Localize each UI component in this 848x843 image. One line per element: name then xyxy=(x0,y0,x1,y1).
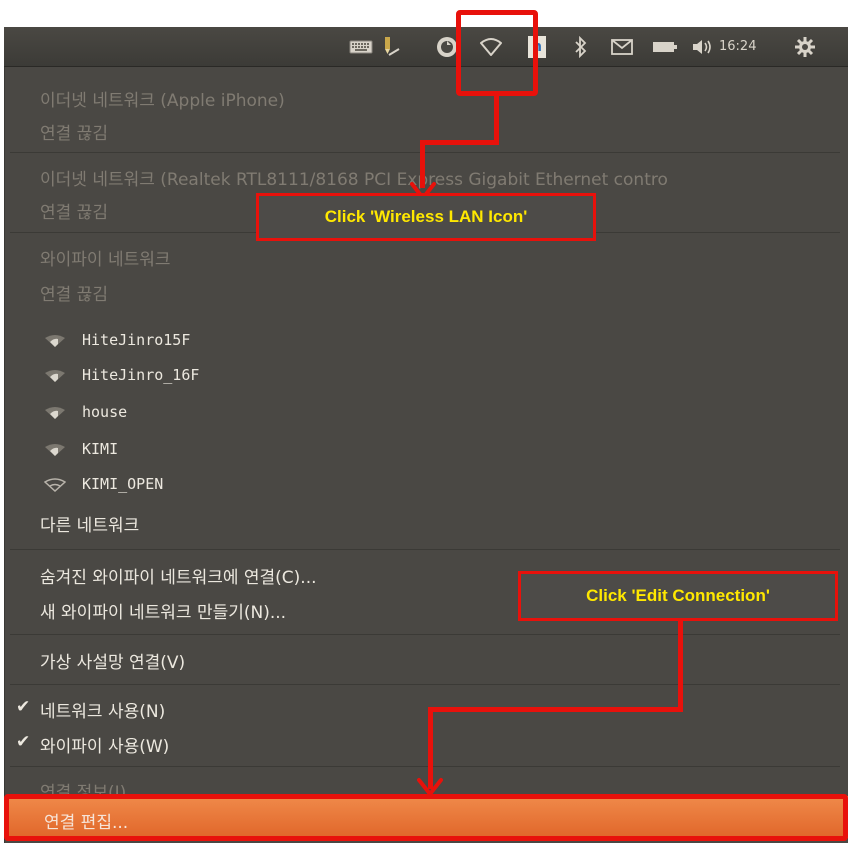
ethernet2-header: 이더넷 네트워크 (Realtek RTL8111/8168 PCI Expre… xyxy=(40,170,668,190)
separator xyxy=(10,766,840,767)
keyboard-icon[interactable] xyxy=(346,27,376,67)
wifi-network-name: HiteJinro15F xyxy=(82,331,191,349)
callout-edit-connection: Click 'Edit Connection' xyxy=(518,571,838,621)
wifi-signal-icon xyxy=(45,444,65,456)
other-networks-item[interactable]: 다른 네트워크 xyxy=(40,511,139,536)
separator xyxy=(10,152,840,153)
wifi-signal-icon xyxy=(45,407,65,419)
enable-networking-item[interactable]: 네트워크 사용(N) xyxy=(40,697,165,722)
wifi-signal-icon xyxy=(45,335,65,347)
clock[interactable]: 16:24 xyxy=(719,27,756,67)
separator xyxy=(10,549,840,550)
arrow-line xyxy=(428,707,683,712)
bluetooth-icon[interactable] xyxy=(570,27,592,67)
battery-icon[interactable] xyxy=(650,27,680,67)
ethernet2-status: 연결 끊김 xyxy=(40,203,108,223)
wifi-signal-icon xyxy=(45,370,65,382)
pen-icon[interactable] xyxy=(378,27,404,67)
wifi-network-name: HiteJinro_16F xyxy=(82,366,200,384)
vpn-connections-item[interactable]: 가상 사설망 연결(V) xyxy=(40,648,185,673)
gear-icon[interactable] xyxy=(790,27,820,67)
wireless-icon-highlight xyxy=(456,10,538,96)
ethernet1-header: 이더넷 네트워크 (Apple iPhone) xyxy=(40,91,285,111)
separator xyxy=(10,684,840,685)
mail-icon[interactable] xyxy=(608,27,636,67)
check-icon: ✔ xyxy=(16,697,31,717)
arrow-line xyxy=(678,620,683,712)
wifi-network-name: KIMI_OPEN xyxy=(82,475,164,493)
wifi-network-name: KIMI xyxy=(82,440,119,458)
wifi-header: 와이파이 네트워크 xyxy=(40,250,171,270)
enable-wifi-item[interactable]: 와이파이 사용(W) xyxy=(40,732,169,757)
wifi-open-signal-icon xyxy=(44,478,66,492)
callout-wireless-lan: Click 'Wireless LAN Icon' xyxy=(256,193,596,241)
arrow-line xyxy=(494,96,499,144)
volume-icon[interactable] xyxy=(688,27,718,67)
check-icon: ✔ xyxy=(16,732,31,752)
edit-connection-highlight xyxy=(4,794,848,841)
create-new-wifi-item[interactable]: 새 와이파이 네트워크 만들기(N)... xyxy=(40,598,286,623)
wifi-status: 연결 끊김 xyxy=(40,285,108,305)
ethernet1-status: 연결 끊김 xyxy=(40,124,108,144)
wifi-network-name: house xyxy=(82,403,128,421)
separator xyxy=(10,634,840,635)
connect-hidden-wifi-item[interactable]: 숨겨진 와이파이 네트워크에 연결(C)... xyxy=(40,563,317,588)
top-strip xyxy=(0,0,848,27)
top-panel: n 16:24 xyxy=(4,27,848,67)
arrow-line xyxy=(420,140,499,145)
